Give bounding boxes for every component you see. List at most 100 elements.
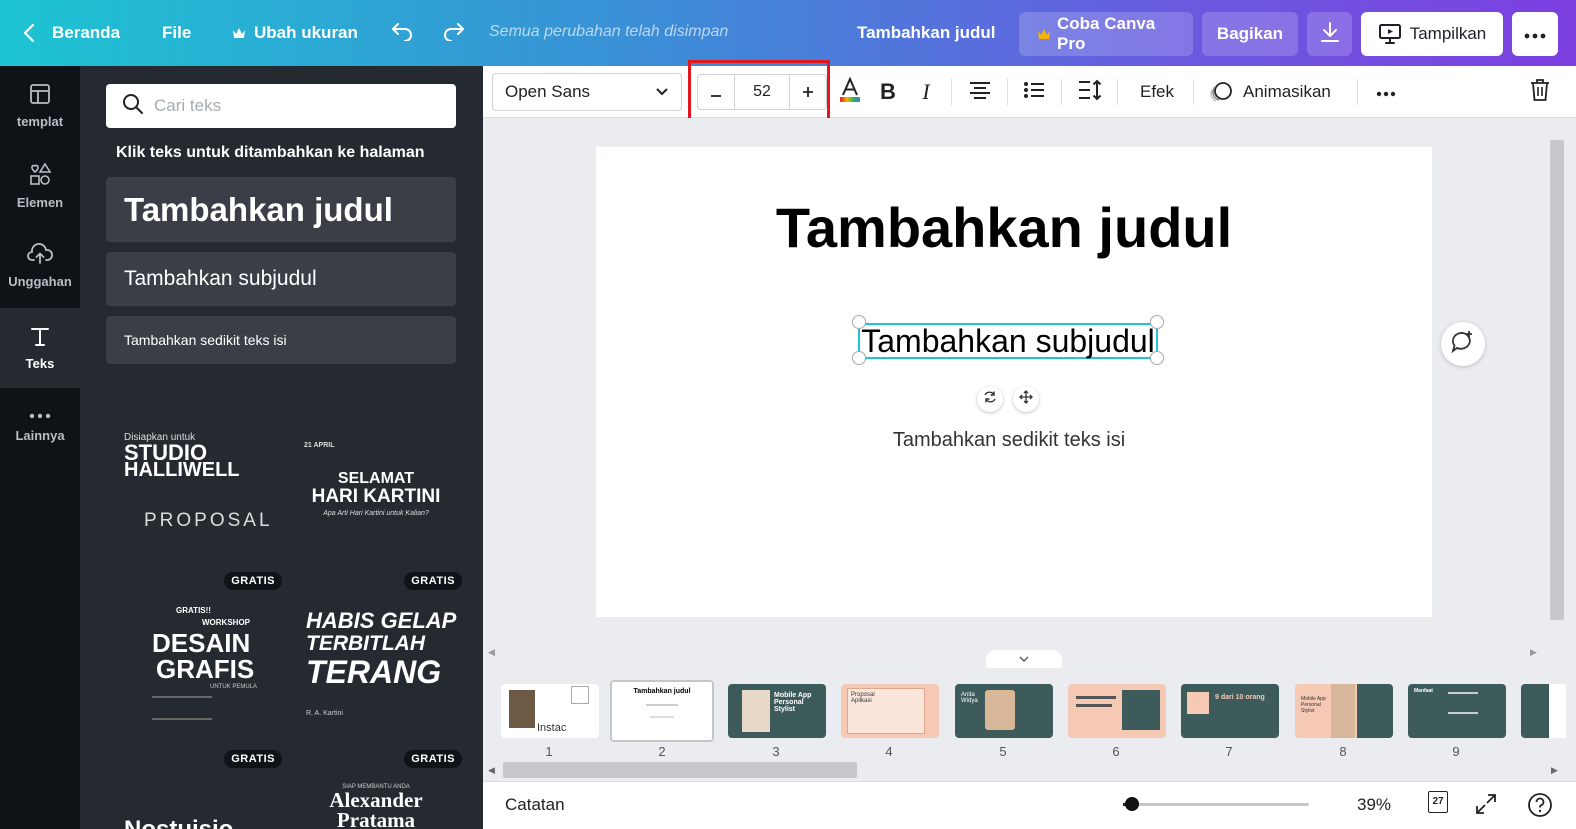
home-button[interactable]: Beranda	[22, 0, 120, 66]
bold-button[interactable]: B	[873, 74, 903, 110]
page-title-text[interactable]: Tambahkan judul	[596, 195, 1412, 260]
thumbnail-text: Manfaat	[1414, 688, 1433, 694]
text-search-input[interactable]	[154, 96, 444, 116]
hscroll-right-arrow[interactable]: ▶	[1551, 765, 1558, 776]
zoom-slider-handle[interactable]	[1125, 797, 1139, 811]
fullscreen-button[interactable]	[1475, 793, 1497, 820]
thumbnail-line	[1448, 712, 1478, 714]
thumbnail-line	[1076, 696, 1116, 699]
resize-handle[interactable]	[1150, 315, 1164, 329]
text-template-hari-kartini[interactable]: 21 APRIL SELAMAT HARI KARTINI Apa Arti H…	[296, 426, 466, 596]
effects-button[interactable]: Efek	[1131, 74, 1183, 110]
strip-scroll-right-arrow[interactable]: ▶	[1530, 647, 1537, 658]
footer-bar: Catatan 39% 27	[483, 781, 1576, 829]
delete-button[interactable]	[1523, 74, 1557, 110]
rail-item-templates[interactable]: templat	[0, 66, 80, 146]
share-button[interactable]: Bagikan	[1202, 12, 1298, 56]
rotate-button[interactable]	[977, 386, 1003, 412]
page-body-text[interactable]: Tambahkan sedikit teks isi	[596, 429, 1422, 452]
text-template-alexander-pratama[interactable]: SIAP MEMBANTU ANDA Alexander Pratama	[296, 784, 466, 829]
template-text: GRATIS!!	[176, 606, 211, 615]
thumbnail-card	[1549, 684, 1566, 738]
share-label: Bagikan	[1216, 24, 1284, 43]
page-number: 1	[545, 744, 553, 759]
thumbnail-text: Proposal Aplikasi	[851, 692, 875, 704]
thumbnail-card	[1357, 684, 1393, 738]
spacing-button[interactable]	[1075, 74, 1105, 110]
download-button[interactable]	[1307, 12, 1352, 56]
thumbnail-image	[742, 690, 770, 732]
hscroll-left-arrow[interactable]: ◀	[488, 765, 495, 776]
toolbar-more-button[interactable]	[1371, 74, 1401, 110]
resize-handle[interactable]	[852, 315, 866, 329]
text-color-button[interactable]	[835, 74, 865, 110]
zoom-slider[interactable]	[1123, 797, 1309, 811]
page-thumbnail[interactable]: Instac	[501, 684, 599, 738]
rail-item-text[interactable]: Teks	[0, 308, 80, 388]
resize-button[interactable]: Ubah ukuran	[232, 0, 358, 66]
horizontal-scroll-thumb[interactable]	[503, 762, 857, 778]
page-thumbnail[interactable]: Mobile App Personal Stylist	[728, 684, 826, 738]
present-button[interactable]: Tampilkan	[1361, 12, 1503, 56]
rail-item-uploads[interactable]: Unggahan	[0, 226, 80, 306]
toolbar-divider	[1193, 79, 1194, 105]
page-thumbnail-selected[interactable]: Tambahkan judul	[610, 680, 714, 742]
vertical-scroll-thumb[interactable]	[1550, 140, 1564, 620]
strip-scroll-left-arrow[interactable]: ◀	[488, 647, 495, 658]
document-title[interactable]: Tambahkan judul	[857, 0, 996, 66]
left-rail: templat Elemen Unggahan Teks Lainnya	[0, 66, 80, 829]
text-template-desain-grafis[interactable]: GRATIS!! WORKSHOP DESAIN GRAFIS UNTUK PE…	[116, 604, 286, 774]
page-subtitle-text[interactable]: Tambahkan subjudul	[858, 323, 1158, 359]
text-search-box[interactable]	[106, 84, 456, 128]
list-button[interactable]	[1019, 74, 1049, 110]
add-subheading-button[interactable]: Tambahkan subjudul	[106, 252, 456, 306]
text-template-partial[interactable]: Nostuisio	[116, 810, 286, 829]
italic-icon: I	[922, 79, 930, 104]
try-pro-label: Coba Canva Pro	[1057, 14, 1156, 53]
page-thumbnail[interactable]: 9 dari 10 orang	[1181, 684, 1279, 738]
help-button[interactable]	[1527, 792, 1553, 823]
add-heading-button[interactable]: Tambahkan judul	[106, 177, 456, 242]
page-grid-button[interactable]: 27	[1425, 791, 1449, 817]
increase-font-size-button[interactable]	[790, 74, 826, 110]
toolbar-divider	[1061, 79, 1062, 105]
try-pro-button[interactable]: Coba Canva Pro	[1019, 12, 1193, 56]
comment-add-icon	[1450, 330, 1476, 359]
free-badge: GRATIS	[404, 572, 462, 590]
italic-button[interactable]: I	[911, 74, 941, 110]
collapse-strip-tab[interactable]	[986, 650, 1062, 668]
page-thumbnail[interactable]: Manfaat	[1408, 684, 1506, 738]
redo-button[interactable]	[442, 0, 466, 66]
more-options-button[interactable]	[1512, 12, 1558, 56]
page-thumbnail[interactable]	[1521, 684, 1566, 738]
decrease-font-size-button[interactable]	[698, 74, 734, 110]
move-button[interactable]	[1013, 386, 1039, 412]
align-center-button[interactable]	[965, 74, 995, 110]
redo-icon	[442, 21, 466, 46]
text-template-studio-halliwell[interactable]: Disiapkan untuk STUDIO HALLIWELL PROPOSA…	[116, 426, 286, 596]
page-thumbnail[interactable]: Proposal Aplikasi	[841, 684, 939, 738]
resize-handle[interactable]	[1150, 351, 1164, 365]
animate-button[interactable]: Animasikan	[1209, 74, 1331, 110]
undo-button[interactable]	[390, 0, 414, 66]
page-thumbnail[interactable]: Mobile App Personal Stylist	[1295, 684, 1393, 738]
font-family-dropdown[interactable]: Open Sans	[492, 73, 682, 111]
resize-handle[interactable]	[852, 351, 866, 365]
page-number: 6	[1112, 744, 1120, 759]
add-heading-label: Tambahkan judul	[124, 190, 393, 228]
chevron-left-icon	[22, 23, 36, 43]
template-text: PROPOSAL	[144, 510, 273, 531]
rail-item-more[interactable]: Lainnya	[0, 388, 80, 468]
notes-button[interactable]: Catatan	[505, 795, 565, 815]
add-body-text-button[interactable]: Tambahkan sedikit teks isi	[106, 316, 456, 364]
file-menu-button[interactable]: File	[162, 0, 191, 66]
thumbnail-image	[571, 686, 589, 704]
page-thumbnail[interactable]: Anita Widya	[955, 684, 1053, 738]
font-size-input[interactable]: 52	[734, 74, 790, 110]
add-comment-button[interactable]	[1441, 322, 1485, 366]
page-thumbnail[interactable]	[1068, 684, 1166, 738]
text-template-habis-gelap[interactable]: HABIS GELAP TERBITLAH TERANG R. A. Karti…	[296, 604, 466, 774]
zoom-level[interactable]: 39%	[1357, 795, 1391, 815]
design-page[interactable]: Tambahkan judul Tambahkan subjudul Tamba…	[596, 147, 1432, 617]
rail-item-elements[interactable]: Elemen	[0, 146, 80, 226]
